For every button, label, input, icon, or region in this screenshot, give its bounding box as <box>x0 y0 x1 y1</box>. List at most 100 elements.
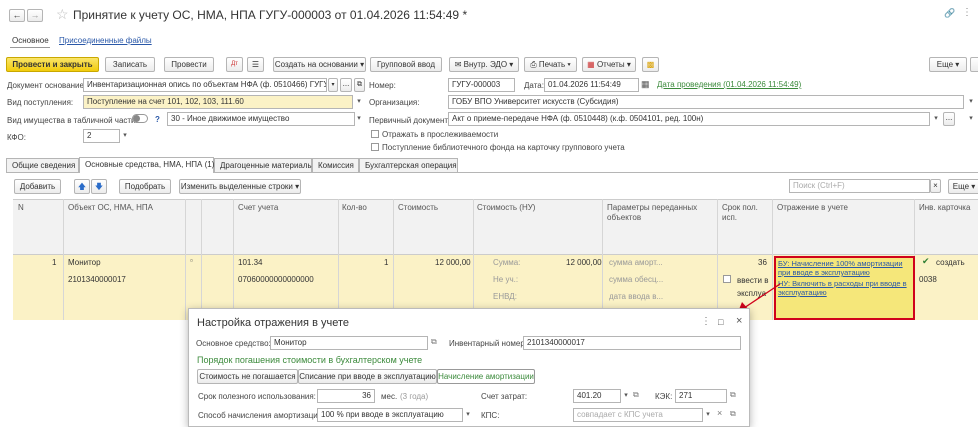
forward-button[interactable]: → <box>27 9 43 22</box>
row-account[interactable]: 101.34 <box>238 258 262 267</box>
kps-dropdown-icon[interactable]: ▾ <box>703 409 713 421</box>
kfo-label: КФО: <box>7 133 26 142</box>
property-type-field[interactable]: 30 - Иное движимое имущество <box>167 112 355 126</box>
edo-button[interactable]: ✉ Внутр. ЭДО ▾ <box>449 57 519 72</box>
tab-accounting-operation[interactable]: Бухгалтерская операция <box>359 158 458 172</box>
cost-account-field[interactable]: 401.20 <box>573 389 621 403</box>
income-type-field[interactable]: Поступление на счет 101, 102, 103, 111.6… <box>83 95 353 109</box>
date-field[interactable]: 01.04.2026 11:54:49 <box>544 78 639 92</box>
posting-date-link[interactable]: Дата проведения (01.04.2026 11:54:49) <box>657 80 801 89</box>
asset-label: Основное средство: <box>196 339 271 348</box>
primary-doc-field[interactable]: Акт о приеме-передаче НФА (ф. 0510448) (… <box>448 112 930 126</box>
search-clear-icon[interactable]: × <box>930 179 941 193</box>
table-more-button[interactable]: Еще ▾ <box>948 179 978 194</box>
tab-general[interactable]: Общие сведения <box>6 158 79 172</box>
org-dropdown-icon[interactable]: ▾ <box>966 96 976 108</box>
row-object[interactable]: Монитор <box>68 258 101 267</box>
tab-assets[interactable]: Основные средства, НМА, НПА (1) <box>79 157 214 173</box>
more-button[interactable]: Еще ▾ <box>929 57 967 72</box>
post-button[interactable]: Провести <box>164 57 214 72</box>
pick-button[interactable]: Подобрать <box>119 179 171 194</box>
calendar-icon[interactable]: ▦ <box>641 79 650 90</box>
more-vert-icon[interactable]: ⋮ <box>962 7 972 18</box>
doc-basis-dropdown[interactable]: ▾ <box>328 78 338 92</box>
tab-attached-files[interactable]: Присоединенные файлы <box>59 36 152 45</box>
method-field[interactable]: 100 % при вводе в эксплуатацию <box>317 408 463 422</box>
favorite-star-icon[interactable]: ☆ <box>56 6 69 23</box>
reflect-cell[interactable]: БУ: Начисление 100% амортизации при ввод… <box>774 256 915 320</box>
number-label: Номер: <box>369 81 396 90</box>
col-cost: Стоимость <box>398 203 439 212</box>
col-object: Объект ОС, НМА, НПА <box>68 203 153 212</box>
property-toggle[interactable] <box>132 114 148 123</box>
row-qty[interactable]: 1 <box>384 258 388 267</box>
doc-basis-open-icon[interactable]: ⧉ <box>354 78 365 92</box>
dialog-maximize-icon[interactable]: □ <box>718 317 723 327</box>
create-based-button[interactable]: Создать на основании ▾ <box>273 57 366 72</box>
row-useful-life[interactable]: 36 <box>758 258 767 267</box>
move-down-icon[interactable]: 🡇 <box>91 179 107 194</box>
mode-amortization[interactable]: Начисление амортизации <box>437 369 535 384</box>
dt-kt-icon[interactable]: Дт <box>226 57 243 72</box>
life-field[interactable]: 36 <box>317 389 375 403</box>
mode-no-depreciation[interactable]: Стоимость не погашается <box>197 369 298 384</box>
cost-account-dropdown-icon[interactable]: ▾ <box>621 390 631 402</box>
reflect-nu-link[interactable]: НУ: Включить в расходы при вводе в экспл… <box>778 279 912 297</box>
doc-basis-field[interactable]: Инвентаризационная опись по объектам НФА… <box>83 78 327 92</box>
kek-open-icon[interactable]: ⧉ <box>730 390 736 400</box>
mode-write-off[interactable]: Списание при вводе в эксплуатацию <box>298 369 437 384</box>
col-qty: Кол-во <box>342 203 367 212</box>
asset-open-icon[interactable]: ⧉ <box>431 337 437 347</box>
kfo-dropdown-icon[interactable]: ▾ <box>120 130 130 142</box>
cost-account-open-icon[interactable]: ⧉ <box>633 390 639 400</box>
kfo-field[interactable]: 2 <box>83 129 120 143</box>
kps-open-icon[interactable]: ⧉ <box>730 409 736 419</box>
list-icon[interactable]: ☰ <box>247 57 264 72</box>
back-button[interactable]: ← <box>9 9 25 22</box>
help-icon[interactable]: ? <box>155 115 160 124</box>
primary-doc-dropdown-icon[interactable]: ▾ <box>931 113 941 125</box>
row-nu-not-acc-label: Не уч.: <box>493 275 519 284</box>
reports-button[interactable]: ▦ Отчеты ▾ <box>582 57 636 72</box>
row-inv-card-create[interactable]: создать <box>936 258 965 267</box>
asset-field[interactable]: Монитор <box>270 336 428 350</box>
doc-basis-label: Документ основание: <box>7 81 87 90</box>
dialog-menu-icon[interactable]: ⋮ <box>701 316 711 327</box>
method-dropdown-icon[interactable]: ▾ <box>463 409 473 421</box>
doc-basis-select[interactable]: ... <box>340 78 352 92</box>
post-and-close-button[interactable]: Провести и закрыть <box>6 57 99 72</box>
add-row-button[interactable]: Добавить <box>14 179 61 194</box>
kek-field[interactable]: 271 <box>675 389 727 403</box>
tab-precious-materials[interactable]: Драгоценные материалы <box>214 158 313 172</box>
reflect-bu-link[interactable]: БУ: Начисление 100% амортизации при ввод… <box>778 259 912 277</box>
toolbar-edge-button[interactable] <box>970 57 978 72</box>
income-type-dropdown-icon[interactable]: ▾ <box>354 96 364 108</box>
print-button[interactable]: ⎙ Печать ▾ <box>524 57 577 72</box>
tab-main[interactable]: Основное <box>12 36 49 45</box>
col-n: N <box>18 203 24 212</box>
inv-field[interactable]: 2101340000017 <box>523 336 741 350</box>
org-field[interactable]: ГОБУ ВПО Университет искусств (Субсидия) <box>448 95 964 109</box>
link-icon[interactable]: 🔗 <box>944 8 955 19</box>
table-search-input[interactable]: Поиск (Ctrl+F) <box>789 179 930 193</box>
dialog-close-icon[interactable]: × <box>736 315 742 327</box>
number-field[interactable]: ГУГУ-000003 <box>448 78 515 92</box>
kps-field[interactable]: совпадает с КПС учета <box>573 408 703 422</box>
traceability-checkbox[interactable] <box>371 130 379 138</box>
group-input-button[interactable]: Групповой ввод <box>370 57 442 72</box>
row-cost[interactable]: 12 000,00 <box>435 258 471 267</box>
kps-clear-icon[interactable]: × <box>717 408 722 418</box>
library-label: Поступление библиотечного фонда на карто… <box>382 143 625 152</box>
primary-doc-select[interactable]: ... <box>943 112 955 126</box>
change-rows-button[interactable]: Изменить выделенные строки ▾ <box>179 179 301 194</box>
save-button[interactable]: Записать <box>105 57 155 72</box>
library-checkbox[interactable] <box>371 143 379 151</box>
property-type-dropdown-icon[interactable]: ▾ <box>354 113 364 125</box>
tab-commission[interactable]: Комиссия <box>312 158 359 172</box>
row-nu-sum-value[interactable]: 12 000,00 <box>566 258 602 267</box>
primary-doc-extra-dropdown[interactable]: ▾ <box>966 113 976 125</box>
move-up-icon[interactable]: 🡅 <box>74 179 90 194</box>
row-nu-envd-label: ЕНВД: <box>493 292 517 301</box>
row-object-open-icon[interactable]: ▫ <box>190 256 193 265</box>
attachment-icon[interactable]: ▩ <box>642 57 659 72</box>
